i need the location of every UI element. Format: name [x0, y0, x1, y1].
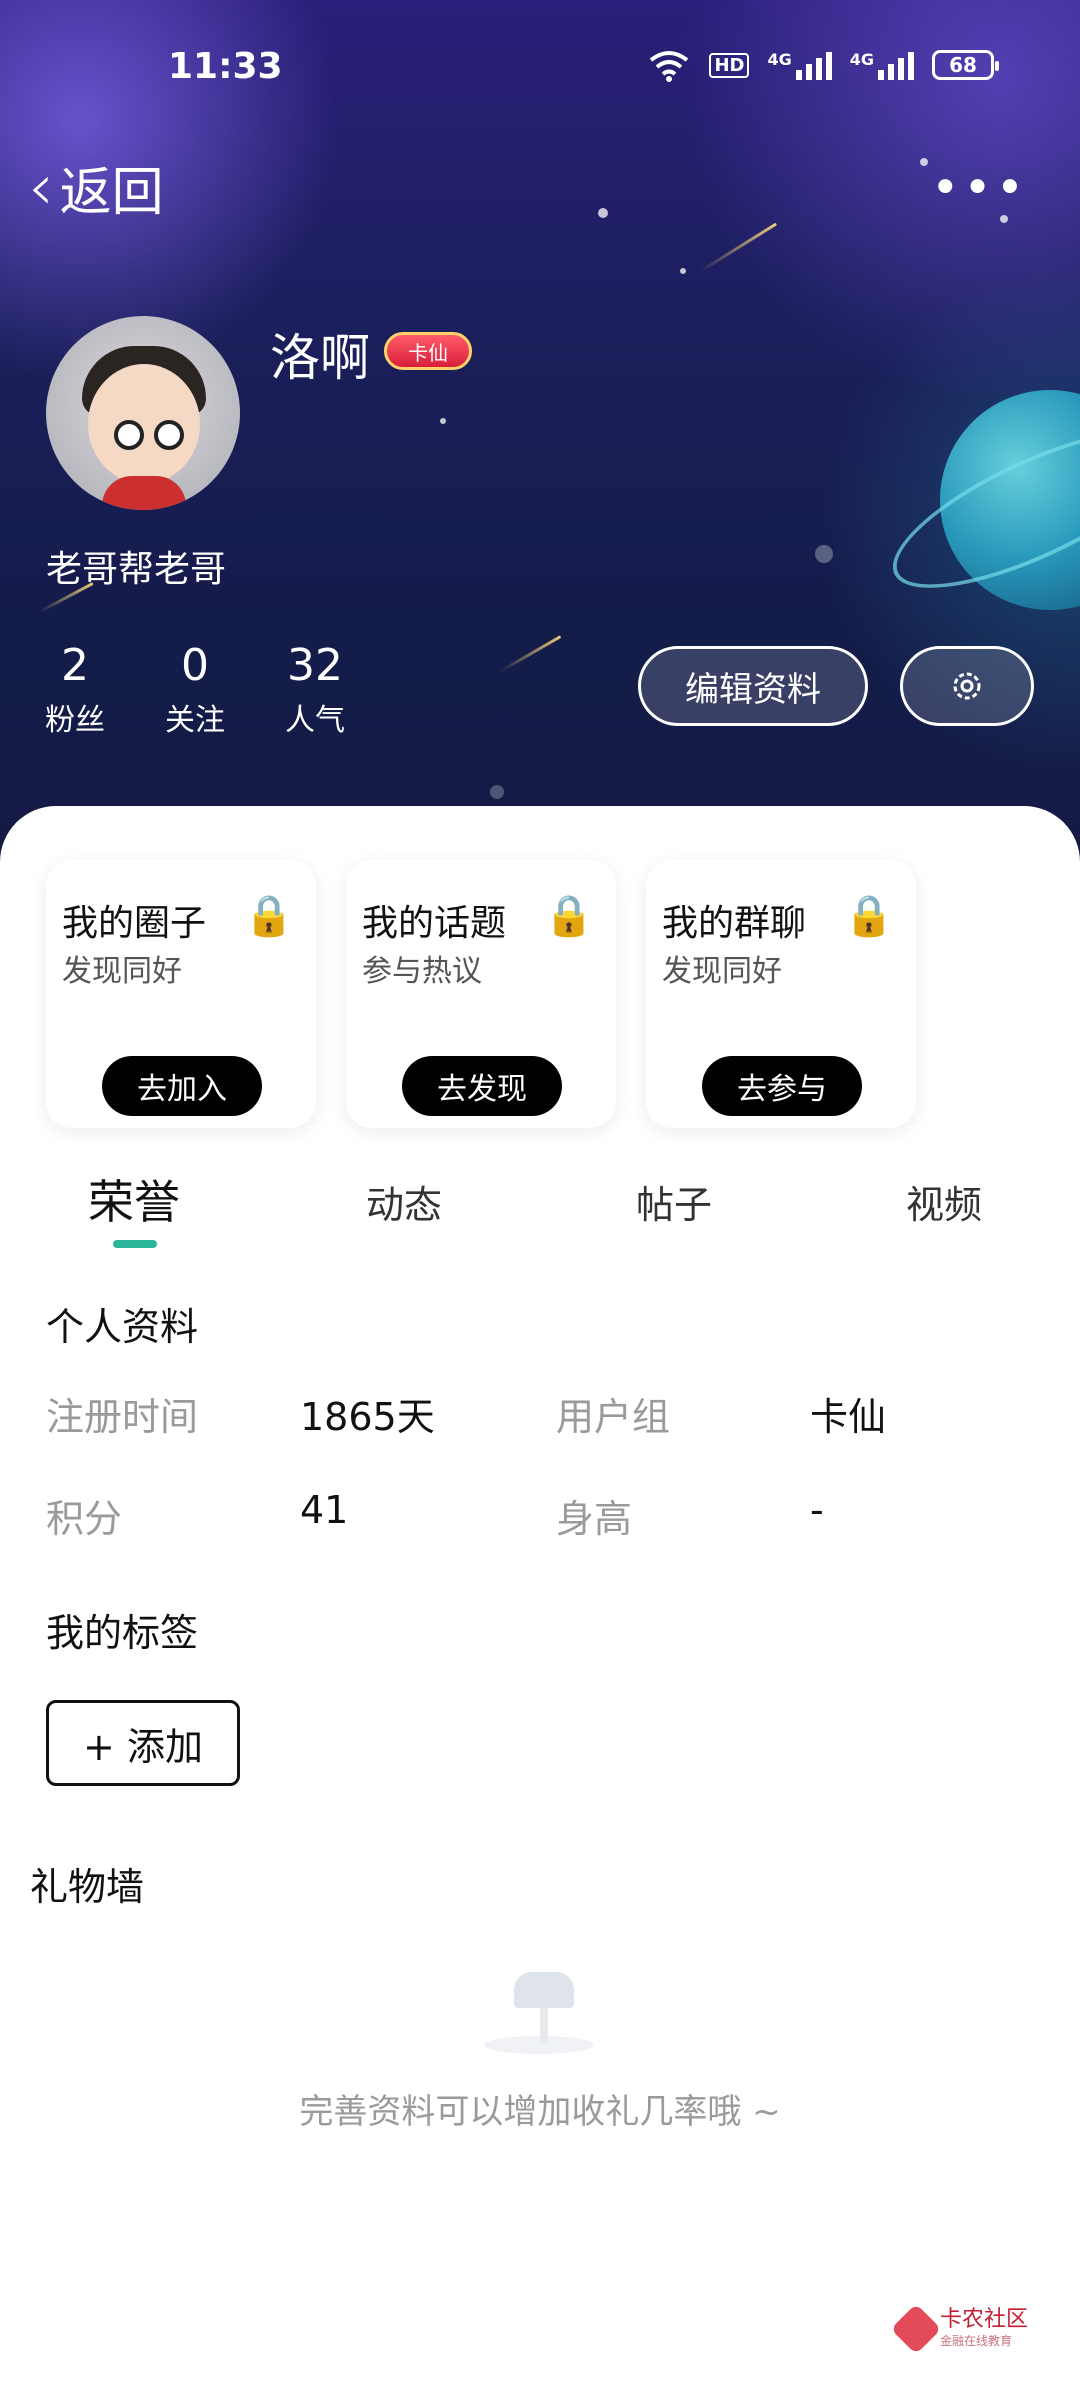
field-label: 注册时间 — [46, 1395, 199, 1439]
tab-activity[interactable]: 动态 — [366, 1174, 442, 1229]
watermark-name: 卡农社区 — [940, 2307, 1029, 2332]
field-value: 41 — [300, 1488, 349, 1532]
user-group-badge: 卡仙 — [384, 332, 472, 370]
avatar-eye — [114, 420, 144, 450]
more-options-button[interactable]: ••• — [931, 160, 1028, 216]
network-type-label: 4G — [767, 50, 792, 69]
settings-button[interactable] — [900, 646, 1034, 726]
card-title: 我的圈子 — [62, 903, 207, 944]
star-decoration — [815, 545, 833, 563]
watermark: 卡农社区 金融在线教育 — [890, 2303, 1029, 2355]
gear-icon — [953, 672, 981, 700]
tab-posts[interactable]: 帖子 — [636, 1174, 712, 1229]
card-my-topics[interactable]: 我的话题 参与热议 🔒 去发现 — [346, 860, 616, 1128]
card-title: 我的群聊 — [662, 903, 807, 944]
edit-profile-button[interactable]: 编辑资料 — [638, 646, 868, 726]
participate-button[interactable]: 去参与 — [702, 1056, 862, 1116]
join-button[interactable]: 去加入 — [102, 1056, 262, 1116]
avatar-eye — [154, 420, 184, 450]
avatar[interactable] — [46, 316, 240, 510]
card-subtitle: 发现同好 — [662, 954, 782, 989]
network-type-label: 4G — [849, 50, 874, 69]
field-label: 积分 — [46, 1497, 123, 1541]
stat-label: 粉丝 — [45, 703, 105, 738]
username: 洛啊 — [270, 329, 370, 387]
hd-icon: HD — [709, 52, 750, 78]
star-decoration — [440, 418, 446, 424]
tab-honors[interactable]: 荣誉 — [88, 1166, 180, 1232]
star-decoration — [598, 208, 608, 218]
discover-button[interactable]: 去发现 — [402, 1056, 562, 1116]
field-label: 身高 — [556, 1497, 633, 1541]
stat-following[interactable]: 0 关注 — [160, 640, 230, 739]
user-bio: 老哥帮老哥 — [46, 549, 227, 590]
star-decoration — [490, 785, 504, 799]
star-decoration — [1000, 215, 1008, 223]
field-value: 1865天 — [300, 1395, 435, 1439]
gift-wall-empty-text: 完善资料可以增加收礼几率哦 ~ — [299, 2092, 781, 2132]
card-my-circles[interactable]: 我的圈子 发现同好 🔒 去加入 — [46, 860, 316, 1128]
badge-label: 卡仙 — [408, 340, 448, 365]
lock-icon: 🔒 — [244, 893, 294, 939]
stat-value: 0 — [181, 640, 209, 691]
chevron-left-icon: ‹ — [28, 150, 54, 225]
stat-value: 32 — [287, 640, 343, 691]
add-tag-button[interactable]: + 添加 — [46, 1700, 240, 1786]
active-tab-indicator — [113, 1240, 157, 1248]
brand-logo-icon — [890, 2303, 942, 2355]
field-label: 用户组 — [556, 1395, 671, 1439]
card-subtitle: 发现同好 — [62, 954, 182, 989]
shooting-star — [699, 222, 778, 273]
wifi-icon — [650, 51, 689, 82]
stat-followers[interactable]: 2 粉丝 — [40, 640, 110, 739]
signal-icon: 4G — [850, 50, 914, 80]
stat-value: 2 — [61, 640, 89, 691]
status-icons: HD 4G 4G 68 — [647, 48, 999, 82]
back-label: 返回 — [59, 163, 164, 223]
star-decoration — [680, 268, 686, 274]
mailbox-icon — [484, 1950, 594, 2060]
back-button[interactable]: ‹ 返回 — [28, 150, 164, 225]
stat-label: 人气 — [285, 703, 345, 738]
lock-icon: 🔒 — [844, 893, 894, 939]
personal-info-title: 个人资料 — [46, 1305, 199, 1349]
lock-icon: 🔒 — [544, 893, 594, 939]
tab-videos[interactable]: 视频 — [906, 1174, 982, 1229]
watermark-tagline: 金融在线教育 — [940, 2334, 1013, 2349]
avatar-shirt — [102, 476, 186, 510]
card-subtitle: 参与热议 — [362, 954, 482, 989]
field-value: 卡仙 — [810, 1395, 887, 1439]
field-value: - — [810, 1488, 824, 1532]
stat-label: 关注 — [165, 703, 225, 738]
card-title: 我的话题 — [362, 903, 507, 944]
more-dots-icon: ••• — [931, 160, 1028, 216]
signal-icon: 4G — [767, 50, 832, 80]
status-bar: 11:33 HD 4G 4G 68 — [0, 0, 1080, 130]
stat-popularity[interactable]: 32 人气 — [280, 640, 350, 739]
battery-level: 68 — [949, 53, 977, 77]
shooting-star — [499, 635, 562, 673]
gift-wall-title: 礼物墙 — [30, 1865, 145, 1909]
avatar-face — [88, 364, 200, 484]
battery-icon: 68 — [932, 50, 999, 80]
card-my-group-chats[interactable]: 我的群聊 发现同好 🔒 去参与 — [646, 860, 916, 1128]
status-time: 11:33 — [168, 46, 283, 87]
my-tags-title: 我的标签 — [46, 1611, 199, 1655]
star-decoration — [920, 158, 928, 166]
